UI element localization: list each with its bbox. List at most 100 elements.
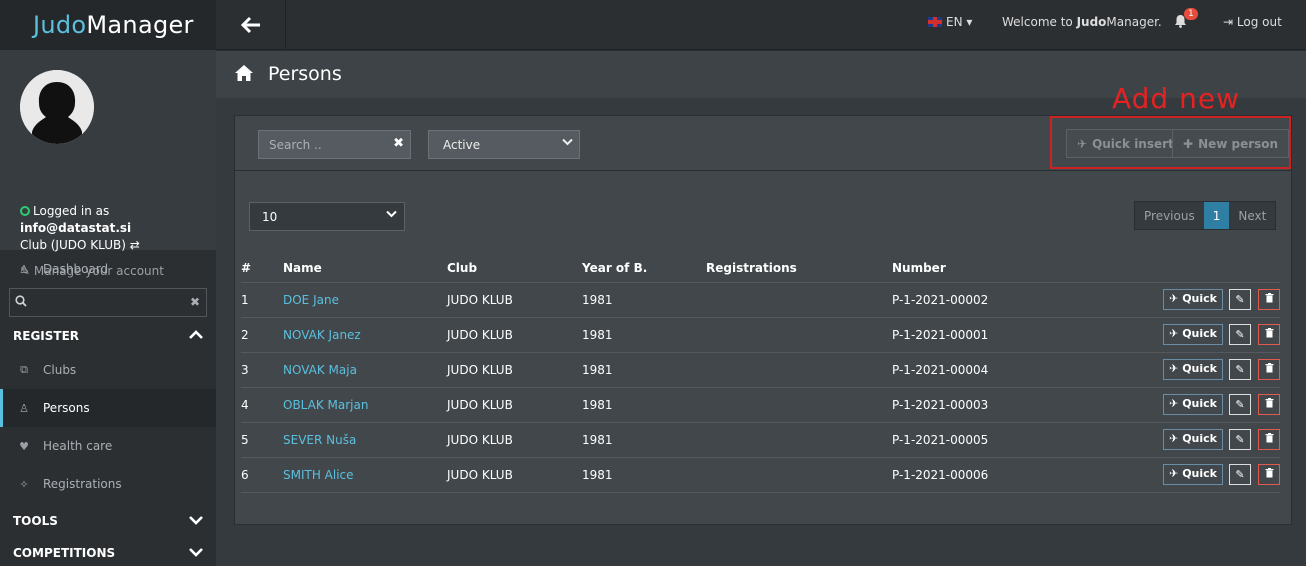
quick-button[interactable]: ✈ Quick xyxy=(1163,289,1223,310)
table-row: 1 DOE Jane JUDO KLUB 1981 P-1-2021-00002 ✈ Qu… xyxy=(241,282,1280,318)
row-actions: ✈ Quick ✎ xyxy=(1082,457,1280,493)
add-new-annotation-label: Add new xyxy=(1112,82,1240,115)
delete-button[interactable] xyxy=(1258,394,1280,415)
chevron-down-icon xyxy=(386,210,397,221)
sidebar-item-clubs[interactable]: ⧉ Clubs xyxy=(0,351,216,389)
column-header[interactable]: Club xyxy=(447,255,582,283)
person-name-link[interactable]: SEVER Nuša xyxy=(283,422,447,458)
person-name-link[interactable]: NOVAK Maja xyxy=(283,352,447,388)
plane-icon: ✈ xyxy=(1169,292,1179,305)
quick-insert-label: Quick insert xyxy=(1092,136,1174,151)
logout-button[interactable]: ⇥ Log out xyxy=(1223,15,1282,29)
language-selector[interactable]: EN ▾ xyxy=(928,15,972,29)
sidebar-search-input[interactable] xyxy=(32,289,182,316)
column-header[interactable]: Number xyxy=(892,255,1082,283)
chevron-down-icon xyxy=(189,546,203,560)
notifications-button[interactable]: 1 xyxy=(1174,8,1198,32)
edit-button[interactable]: ✎ xyxy=(1229,394,1251,415)
sidebar-item-persons[interactable]: ♙ Persons xyxy=(0,389,216,427)
search-input[interactable] xyxy=(259,131,387,158)
quick-insert-button[interactable]: ✈ Quick insert xyxy=(1066,129,1185,158)
new-person-button[interactable]: ✚ New person xyxy=(1172,129,1290,158)
row-number-code: P-1-2021-00003 xyxy=(892,387,1082,423)
column-header[interactable]: Registrations xyxy=(706,255,892,283)
notification-badge: 1 xyxy=(1184,8,1198,20)
edit-button[interactable]: ✎ xyxy=(1229,464,1251,485)
person-name-link[interactable]: OBLAK Marjan xyxy=(283,387,447,423)
home-icon[interactable] xyxy=(234,64,254,87)
row-year: 1981 xyxy=(582,387,706,423)
pencil-icon: ✎ xyxy=(1235,433,1245,446)
delete-button[interactable] xyxy=(1258,289,1280,310)
sidebar-item-registrations[interactable]: ✧ Registrations xyxy=(0,465,216,503)
dashboard-icon: ♙ xyxy=(19,262,29,276)
edit-button[interactable]: ✎ xyxy=(1229,289,1251,310)
welcome-text: Welcome to JudoManager. xyxy=(1002,15,1162,29)
quick-button[interactable]: ✈ Quick xyxy=(1163,359,1223,380)
column-header[interactable]: Year of B. xyxy=(582,255,706,283)
pagination: Previous 1 Next xyxy=(1134,201,1277,230)
sidebar-item-health-care[interactable]: ♥ Health care xyxy=(0,427,216,465)
edit-button[interactable]: ✎ xyxy=(1229,429,1251,450)
row-number-code: P-1-2021-00001 xyxy=(892,317,1082,353)
row-number: 3 xyxy=(241,352,283,388)
brand-logo[interactable]: Judo Manager xyxy=(0,0,216,50)
status-filter-select[interactable]: Active xyxy=(428,130,580,159)
back-arrow-button[interactable] xyxy=(216,0,286,50)
row-number-code: P-1-2021-00002 xyxy=(892,282,1082,318)
row-year: 1981 xyxy=(582,457,706,493)
section-competitions[interactable]: COMPETITIONS xyxy=(0,538,216,566)
welcome-suffix: Manager. xyxy=(1106,15,1162,29)
sidebar-item-label: Health care xyxy=(43,439,113,453)
plane-icon: ✈ xyxy=(1169,432,1179,445)
plane-icon: ✈ xyxy=(1077,136,1088,151)
row-club: JUDO KLUB xyxy=(447,317,582,353)
row-club: JUDO KLUB xyxy=(447,457,582,493)
trash-icon xyxy=(1265,363,1274,376)
welcome-prefix: Welcome to xyxy=(1002,15,1077,29)
row-number-code: P-1-2021-00005 xyxy=(892,422,1082,458)
sidebar-item-label: Dashboard xyxy=(43,262,109,276)
sidebar-item-label: Persons xyxy=(43,401,90,415)
online-status-icon xyxy=(20,206,30,216)
sidebar-item-dashboard[interactable]: ♙ Dashboard xyxy=(0,250,216,288)
chevron-down-icon xyxy=(562,138,573,149)
clear-search-icon[interactable]: ✖ xyxy=(190,295,200,309)
language-label: EN xyxy=(946,15,963,29)
next-page-button[interactable]: Next xyxy=(1229,202,1276,229)
person-name-link[interactable]: NOVAK Janez xyxy=(283,317,447,353)
quick-button[interactable]: ✈ Quick xyxy=(1163,324,1223,345)
delete-button[interactable] xyxy=(1258,359,1280,380)
quick-button[interactable]: ✈ Quick xyxy=(1163,464,1223,485)
section-register[interactable]: REGISTER xyxy=(0,321,216,351)
previous-page-button[interactable]: Previous xyxy=(1135,202,1204,229)
clear-search-icon[interactable]: ✖ xyxy=(393,136,404,151)
current-page-button[interactable]: 1 xyxy=(1203,202,1230,229)
section-label: COMPETITIONS xyxy=(13,546,116,560)
edit-button[interactable]: ✎ xyxy=(1229,324,1251,345)
row-registrations xyxy=(706,457,892,493)
delete-button[interactable] xyxy=(1258,324,1280,345)
section-label: REGISTER xyxy=(13,329,80,343)
pencil-icon: ✎ xyxy=(1235,398,1245,411)
page-size-select[interactable]: 10 xyxy=(249,202,405,231)
person-name-link[interactable]: SMITH Alice xyxy=(283,457,447,493)
column-header[interactable]: Name xyxy=(283,255,447,283)
section-tools[interactable]: TOOLS xyxy=(0,506,216,536)
delete-button[interactable] xyxy=(1258,429,1280,450)
trash-icon xyxy=(1265,433,1274,446)
pencil-icon: ✎ xyxy=(1235,363,1245,376)
quick-button[interactable]: ✈ Quick xyxy=(1163,429,1223,450)
delete-button[interactable] xyxy=(1258,464,1280,485)
quick-button[interactable]: ✈ Quick xyxy=(1163,394,1223,415)
row-year: 1981 xyxy=(582,282,706,318)
row-year: 1981 xyxy=(582,422,706,458)
row-registrations xyxy=(706,352,892,388)
row-club: JUDO KLUB xyxy=(447,422,582,458)
person-name-link[interactable]: DOE Jane xyxy=(283,282,447,318)
user-profile: Logged in as info@datastat.si Club (JUDO… xyxy=(0,50,216,278)
row-actions: ✈ Quick ✎ xyxy=(1082,387,1280,423)
column-header[interactable]: # xyxy=(241,255,283,283)
row-registrations xyxy=(706,282,892,318)
edit-button[interactable]: ✎ xyxy=(1229,359,1251,380)
